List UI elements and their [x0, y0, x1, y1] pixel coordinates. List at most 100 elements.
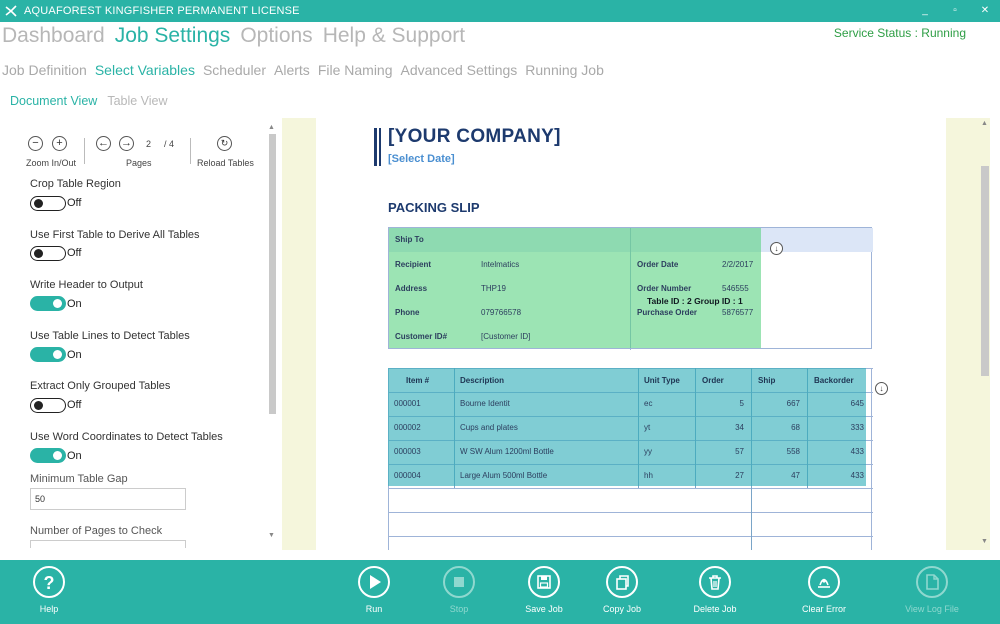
table-row-line — [389, 536, 873, 537]
subnav-running-job[interactable]: Running Job — [525, 62, 604, 78]
scrollbar-thumb[interactable] — [269, 134, 276, 414]
delete-job-button[interactable]: Delete Job — [680, 566, 750, 614]
toggle-knob — [53, 298, 62, 308]
cell-item: 000003 — [394, 447, 421, 456]
reload-icon[interactable]: ↻ — [217, 136, 232, 151]
log-file-icon — [916, 566, 948, 598]
window-title: AQUAFOREST KINGFISHER PERMANENT LICENSE — [24, 5, 300, 17]
toggle-write-header[interactable] — [30, 296, 66, 311]
pages-check-input[interactable] — [30, 540, 186, 548]
delete-job-label: Delete Job — [693, 604, 737, 614]
scroll-down-icon[interactable]: ▼ — [981, 538, 988, 545]
cell-description: Large Alum 500ml Bottle — [460, 471, 548, 480]
zoom-out-button[interactable]: − — [28, 136, 43, 151]
clear-error-button[interactable]: Clear Error — [789, 566, 859, 614]
clear-error-icon — [808, 566, 840, 598]
toggle-word-coordinates[interactable] — [30, 448, 66, 463]
main-nav: Dashboard Job Settings Options Help & Su… — [2, 24, 465, 48]
subnav-select-variables[interactable]: Select Variables — [95, 62, 195, 78]
trash-icon — [699, 566, 731, 598]
settings-scrollbar[interactable]: ▲ ▼ — [268, 124, 277, 544]
help-button[interactable]: ? Help — [14, 566, 84, 614]
settings-panel: − + Zoom In/Out ← → 2 / 4 Pages ↻ Reload… — [0, 118, 282, 548]
copy-job-button[interactable]: Copy Job — [587, 566, 657, 614]
pages-check-label: Number of Pages to Check — [30, 525, 163, 537]
clear-error-label: Clear Error — [801, 604, 846, 614]
stop-button[interactable]: Stop — [424, 566, 494, 614]
minimize-button[interactable]: _ — [910, 0, 940, 22]
current-page-input[interactable]: 2 — [146, 139, 151, 149]
run-label: Run — [365, 604, 383, 614]
maximize-button[interactable]: ▫ — [940, 0, 970, 22]
copy-icon — [606, 566, 638, 598]
min-gap-input[interactable]: 50 — [30, 488, 186, 510]
subnav-file-naming[interactable]: File Naming — [318, 62, 393, 78]
reload-tables-label: Reload Tables — [197, 158, 254, 168]
run-button[interactable]: Run — [339, 566, 409, 614]
nav-options[interactable]: Options — [240, 24, 312, 48]
cell-order: 5 — [739, 399, 744, 408]
customer-id-value: [Customer ID] — [481, 332, 531, 341]
option-label-table-lines: Use Table Lines to Detect Tables — [30, 330, 190, 342]
toggle-state: On — [67, 349, 82, 361]
prev-page-button[interactable]: ← — [96, 136, 111, 151]
table-menu-icon[interactable]: ↓ — [875, 382, 888, 395]
sub-nav: Job Definition Select Variables Schedule… — [2, 62, 604, 78]
subnav-scheduler[interactable]: Scheduler — [203, 62, 266, 78]
cell-order: 34 — [735, 423, 744, 432]
subnav-alerts[interactable]: Alerts — [274, 62, 310, 78]
col-header-unit-type: Unit Type — [644, 376, 680, 385]
select-date: [Select Date] — [388, 153, 455, 165]
window-controls: _ ▫ ✕ — [910, 0, 1000, 22]
copy-job-label: Copy Job — [602, 604, 642, 614]
toggle-knob — [34, 400, 43, 410]
save-job-button[interactable]: Save Job — [509, 566, 579, 614]
stop-icon — [443, 566, 475, 598]
scroll-up-icon[interactable]: ▲ — [268, 124, 275, 131]
recipient-value: Intelmatics — [481, 260, 520, 269]
company-accent-bars — [374, 128, 381, 166]
cell-backorder: 333 — [850, 423, 864, 432]
close-button[interactable]: ✕ — [970, 0, 1000, 22]
next-page-button[interactable]: → — [119, 136, 134, 151]
service-status: Service Status : Running — [833, 26, 966, 40]
phone-value: 079766578 — [481, 308, 522, 317]
zoom-in-button[interactable]: + — [52, 136, 67, 151]
table-id-overlay: Table ID : 2 Group ID : 1 — [647, 296, 743, 306]
view-log-file-label: View Log File — [905, 604, 959, 614]
scroll-down-icon[interactable]: ▼ — [268, 532, 275, 539]
nav-help-support[interactable]: Help & Support — [323, 24, 465, 48]
scroll-up-icon[interactable]: ▲ — [981, 120, 988, 127]
toggle-table-lines[interactable] — [30, 347, 66, 362]
detected-table-region[interactable] — [389, 228, 761, 348]
cell-unit-type: yy — [644, 447, 652, 456]
cell-description: Cups and plates — [460, 423, 518, 432]
document-scrollbar[interactable]: ▲ ▼ — [979, 120, 990, 550]
view-log-file-button[interactable]: View Log File — [897, 566, 967, 614]
tab-table-view[interactable]: Table View — [107, 94, 167, 108]
svg-text:?: ? — [44, 573, 55, 593]
toggle-state: On — [67, 298, 82, 310]
action-bar: ? Help Run Stop Save Job Copy Job Delete… — [0, 560, 1000, 624]
toggle-crop-table-region[interactable] — [30, 196, 66, 211]
subnav-job-definition[interactable]: Job Definition — [2, 62, 87, 78]
table-row-line — [389, 488, 873, 489]
toggle-grouped-tables[interactable] — [30, 398, 66, 413]
toggle-first-table-derive[interactable] — [30, 246, 66, 261]
stop-label: Stop — [449, 604, 469, 614]
ship-to-table[interactable]: Ship To Recipient Intelmatics Address TH… — [388, 227, 873, 350]
nav-dashboard[interactable]: Dashboard — [2, 24, 105, 48]
view-tabs: Document View Table View — [10, 94, 168, 108]
items-table[interactable]: Item # Description Unit Type Order Ship … — [388, 368, 873, 550]
col-header-ship: Ship — [758, 376, 776, 385]
option-label-grouped-tables: Extract Only Grouped Tables — [30, 380, 171, 392]
cell-order: 27 — [735, 471, 744, 480]
tab-document-view[interactable]: Document View — [10, 94, 97, 108]
nav-job-settings[interactable]: Job Settings — [115, 24, 231, 48]
subnav-advanced-settings[interactable]: Advanced Settings — [401, 62, 518, 78]
option-label-word-coordinates: Use Word Coordinates to Detect Tables — [30, 431, 223, 443]
total-pages: / 4 — [164, 139, 175, 149]
table-menu-icon[interactable]: ↓ — [770, 242, 783, 255]
scrollbar-thumb[interactable] — [981, 166, 989, 376]
cell-ship: 47 — [791, 471, 800, 480]
